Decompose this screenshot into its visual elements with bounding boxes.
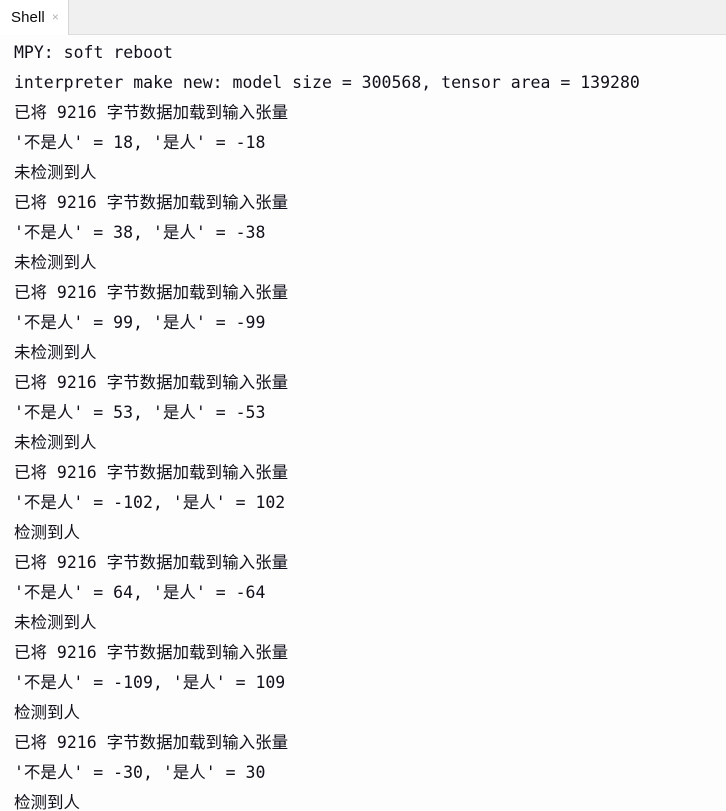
- console-line: 已将 9216 字节数据加载到输入张量: [14, 373, 289, 392]
- console-line: 检测到人: [14, 523, 80, 542]
- console-text: MPY: soft reboot interpreter make new: mo…: [14, 38, 726, 811]
- console-line: 检测到人: [14, 703, 80, 722]
- shell-window: Shell × MPY: soft reboot interpreter make…: [0, 0, 726, 811]
- console-line: '不是人' = 64, '是人' = -64: [14, 583, 266, 602]
- console-line: 已将 9216 字节数据加载到输入张量: [14, 643, 289, 662]
- console-line: '不是人' = -109, '是人' = 109: [14, 673, 286, 692]
- console-line: '不是人' = 18, '是人' = -18: [14, 133, 266, 152]
- console-line: MPY: soft reboot: [14, 43, 173, 62]
- tab-bar-empty-area: [68, 0, 726, 34]
- console-line: interpreter make new: model size = 30056…: [14, 73, 640, 92]
- tab-bar: Shell ×: [0, 0, 726, 35]
- console-line: 已将 9216 字节数据加载到输入张量: [14, 733, 289, 752]
- tab-shell[interactable]: Shell ×: [0, 0, 69, 35]
- console-line: 已将 9216 字节数据加载到输入张量: [14, 283, 289, 302]
- console-line: 未检测到人: [14, 613, 97, 632]
- console-line: 未检测到人: [14, 343, 97, 362]
- console-line: 已将 9216 字节数据加载到输入张量: [14, 463, 289, 482]
- shell-console-output[interactable]: MPY: soft reboot interpreter make new: mo…: [0, 35, 726, 811]
- console-line: 检测到人: [14, 793, 80, 811]
- tab-shell-label: Shell: [11, 9, 45, 26]
- console-line: '不是人' = 38, '是人' = -38: [14, 223, 266, 242]
- console-line: '不是人' = -30, '是人' = 30: [14, 763, 266, 782]
- console-line: 已将 9216 字节数据加载到输入张量: [14, 193, 289, 212]
- console-line: 未检测到人: [14, 433, 97, 452]
- close-icon[interactable]: ×: [52, 11, 59, 24]
- console-line: '不是人' = -102, '是人' = 102: [14, 493, 286, 512]
- console-line: '不是人' = 99, '是人' = -99: [14, 313, 266, 332]
- console-line: 已将 9216 字节数据加载到输入张量: [14, 553, 289, 572]
- console-line: 已将 9216 字节数据加载到输入张量: [14, 103, 289, 122]
- console-line: 未检测到人: [14, 253, 97, 272]
- console-line: '不是人' = 53, '是人' = -53: [14, 403, 266, 422]
- console-line: 未检测到人: [14, 163, 97, 182]
